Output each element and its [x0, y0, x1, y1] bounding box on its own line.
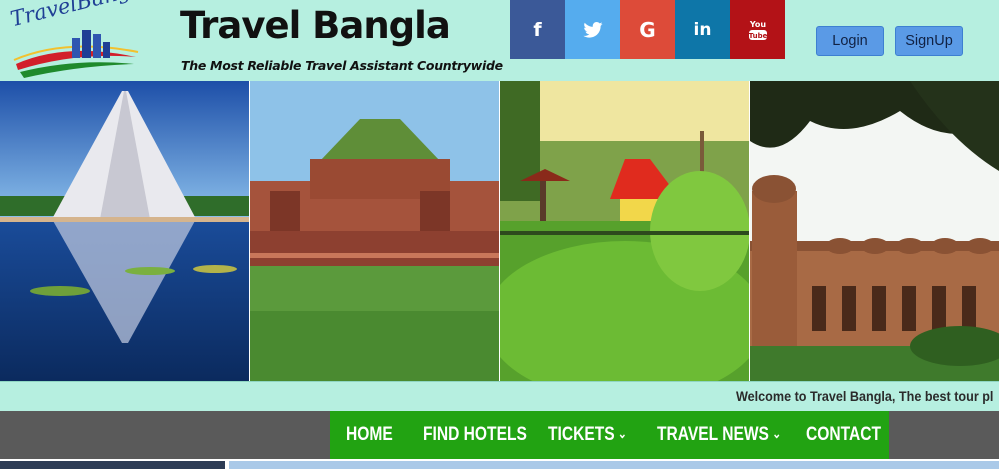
- nav-item-home[interactable]: HOME: [346, 424, 393, 446]
- content-preview-left: [0, 461, 225, 469]
- main-navbar: HOME FIND HOTELS TICKETS ⌄ TRAVEL NEWS ⌄ C…: [0, 411, 999, 459]
- nav-item-label: HOME: [346, 424, 393, 445]
- hero-banner: [0, 81, 999, 381]
- site-tagline: The Most Reliable Travel Assistant Count…: [181, 58, 503, 73]
- banner-image-mosque: [750, 81, 999, 381]
- facebook-button[interactable]: f: [510, 0, 565, 59]
- youtube-icon: You Tube: [748, 20, 767, 40]
- social-links: f G in You Tube: [510, 0, 785, 59]
- google-icon: G: [639, 17, 656, 42]
- site-logo[interactable]: TravelBangla: [6, 0, 151, 78]
- login-button[interactable]: Login: [816, 26, 884, 56]
- svg-text:You: You: [748, 20, 766, 29]
- chevron-down-icon: ⌄: [772, 426, 782, 441]
- banner-image-garden: [500, 81, 749, 381]
- nav-item-travel-news[interactable]: TRAVEL NEWS ⌄: [657, 424, 781, 446]
- nav-menu: HOME FIND HOTELS TICKETS ⌄ TRAVEL NEWS ⌄ C…: [330, 411, 889, 459]
- google-button[interactable]: G: [620, 0, 675, 59]
- nav-item-tickets[interactable]: TICKETS ⌄: [548, 424, 627, 446]
- linkedin-button[interactable]: in: [675, 0, 730, 59]
- content-preview-strip: [0, 459, 999, 469]
- content-preview-right: [229, 461, 999, 469]
- marquee-text: Welcome to Travel Bangla, The best tour …: [736, 388, 994, 404]
- signup-button[interactable]: SignUp: [895, 26, 963, 56]
- nav-item-label: TRAVEL NEWS: [657, 424, 769, 445]
- nav-item-contact[interactable]: CONTACT: [806, 424, 881, 446]
- chevron-down-icon: ⌄: [617, 426, 627, 441]
- nav-item-find-hotels[interactable]: FIND HOTELS: [423, 424, 527, 446]
- youtube-button[interactable]: You Tube: [730, 0, 785, 59]
- site-title[interactable]: Travel Bangla: [180, 4, 451, 47]
- linkedin-icon: in: [693, 19, 712, 40]
- twitter-button[interactable]: [565, 0, 620, 59]
- page: TravelBangla Travel Bangla The Most Reli…: [0, 0, 999, 469]
- welcome-marquee: Welcome to Travel Bangla, The best tour …: [0, 381, 999, 411]
- nav-item-label: CONTACT: [806, 424, 882, 445]
- twitter-icon: [582, 21, 603, 38]
- facebook-icon: f: [533, 18, 542, 41]
- banner-image-ruins: [250, 81, 499, 381]
- nav-item-label: FIND HOTELS: [423, 424, 527, 445]
- banner-image-monument: [0, 81, 249, 381]
- svg-text:Tube: Tube: [748, 32, 767, 40]
- nav-item-label: TICKETS: [548, 424, 615, 445]
- site-header: TravelBangla Travel Bangla The Most Reli…: [0, 0, 999, 81]
